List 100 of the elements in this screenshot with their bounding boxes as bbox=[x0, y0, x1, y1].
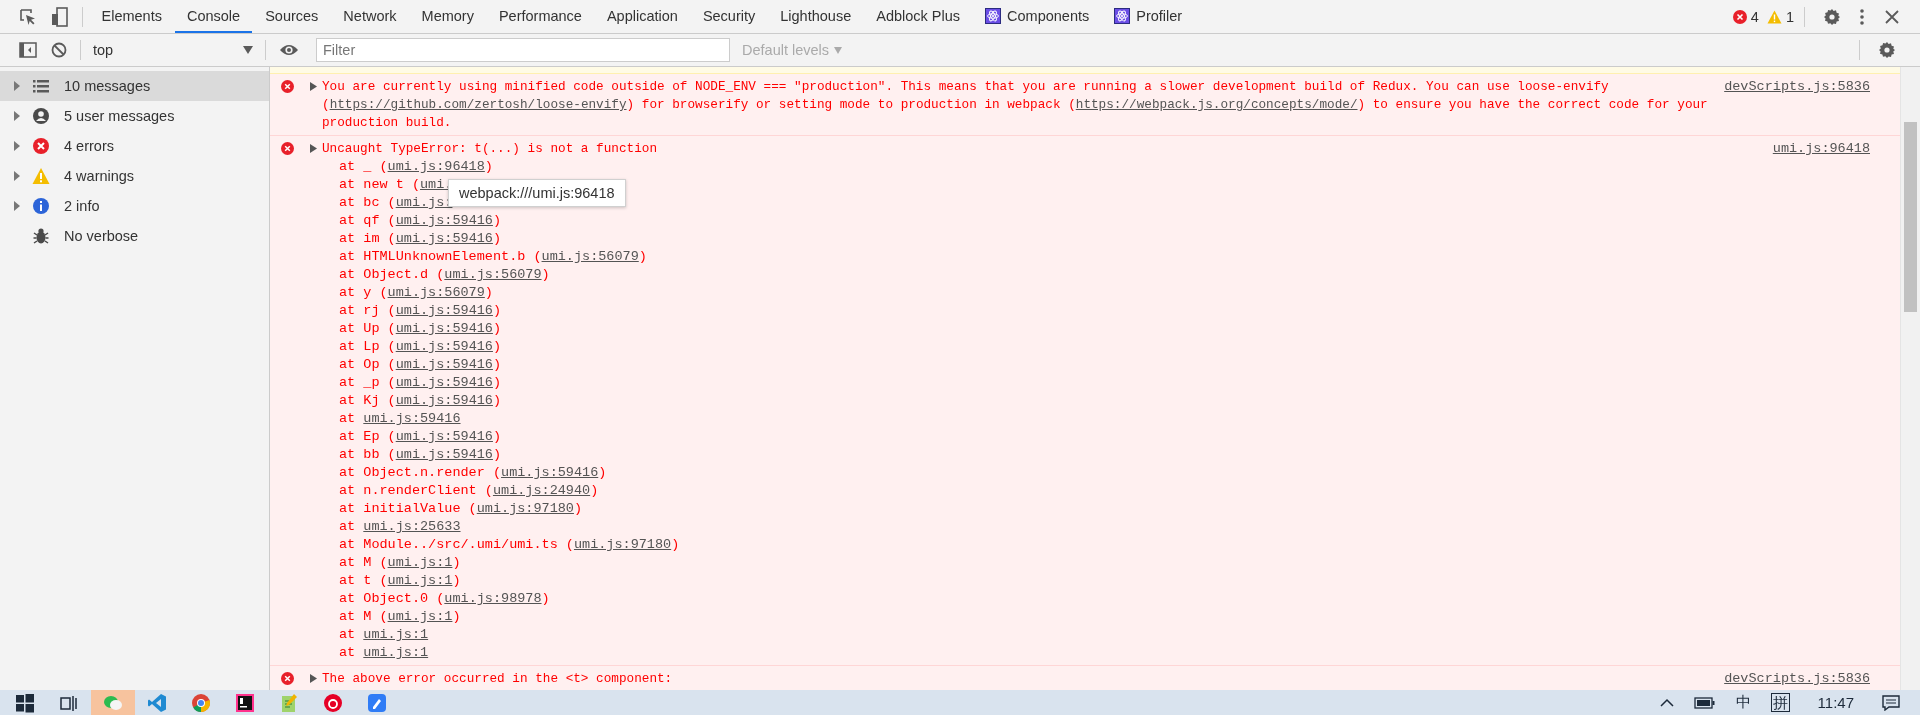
link[interactable]: umi.js:56079 bbox=[444, 267, 542, 282]
clear-icon[interactable] bbox=[51, 42, 67, 58]
link[interactable]: umi.js:96418 bbox=[387, 159, 485, 174]
expand-icon[interactable] bbox=[310, 144, 317, 153]
link[interactable]: umi.js:59416 bbox=[395, 321, 493, 336]
link[interactable]: umi.js:59416 bbox=[395, 429, 493, 444]
source-link[interactable]: umi.js:96418 bbox=[1772, 140, 1870, 158]
link[interactable]: umi.js:1 bbox=[387, 573, 453, 588]
scroll-thumb[interactable] bbox=[1904, 122, 1917, 312]
sidebar-item[interactable]: No verbose bbox=[0, 221, 269, 251]
input-mode[interactable]: 拼 bbox=[1770, 693, 1790, 712]
expand-icon[interactable] bbox=[14, 141, 20, 151]
inspect-icon[interactable] bbox=[19, 7, 37, 26]
warning-icon bbox=[32, 167, 50, 185]
windows-icon bbox=[15, 692, 35, 713]
tab[interactable]: Lighthouse bbox=[768, 0, 864, 33]
link[interactable]: https://webpack.js.org/concepts/mode/ bbox=[1075, 97, 1358, 112]
sidebar-item[interactable]: 10 messages bbox=[0, 71, 269, 101]
link[interactable]: umi.js:59416 bbox=[395, 303, 493, 318]
app-icon bbox=[367, 692, 387, 713]
sidebar-label: 4 warnings bbox=[64, 168, 135, 184]
close-icon[interactable] bbox=[1885, 9, 1899, 24]
tab[interactable]: Profiler bbox=[1102, 0, 1195, 33]
tab[interactable]: Performance bbox=[486, 0, 594, 33]
tab[interactable]: Memory bbox=[409, 0, 486, 33]
chevron-up-icon[interactable] bbox=[1659, 698, 1674, 707]
link[interactable]: umi.js:97180 bbox=[476, 501, 574, 516]
sidebar-label: No verbose bbox=[64, 228, 139, 244]
tab[interactable]: Network bbox=[331, 0, 409, 33]
link[interactable]: umi.js:59416 bbox=[395, 357, 493, 372]
tab[interactable]: Elements bbox=[89, 0, 174, 33]
expand-icon[interactable] bbox=[14, 81, 20, 91]
source-link[interactable]: devScripts.js:5836 bbox=[1724, 78, 1870, 96]
link[interactable]: umi.js:59416 bbox=[395, 339, 493, 354]
expand-icon[interactable] bbox=[14, 171, 20, 181]
expand-icon[interactable] bbox=[14, 201, 20, 211]
filter-field[interactable]: Filter bbox=[316, 38, 730, 62]
stack-frame: at Op (umi.js:59416) bbox=[306, 356, 1765, 374]
stack-frame: at t (umi.js:1) bbox=[306, 572, 1765, 590]
sidebar-label: 10 messages bbox=[64, 78, 151, 94]
stack-frame: at umi.js:1 bbox=[306, 626, 1765, 644]
link[interactable]: umi.js:56079 bbox=[387, 285, 485, 300]
link[interactable]: umi.js:59416 bbox=[363, 411, 461, 426]
tab[interactable]: Security bbox=[690, 0, 768, 33]
eye-icon[interactable] bbox=[279, 43, 299, 57]
link[interactable]: umi.js:59416 bbox=[395, 447, 493, 462]
tooltip: webpack:///umi.js:96418 bbox=[448, 179, 626, 207]
music-app-icon bbox=[323, 692, 343, 713]
link[interactable]: umi.js:25633 bbox=[363, 519, 461, 534]
stack-frame: at Object.n.render (umi.js:59416) bbox=[306, 464, 1765, 482]
warning-count[interactable]: 1 bbox=[1762, 8, 1798, 25]
notepad-icon bbox=[279, 692, 299, 713]
input-method[interactable]: 中 bbox=[1735, 693, 1751, 712]
stack-frame: at Object.0 (umi.js:98978) bbox=[306, 590, 1765, 608]
stack-frame: at umi.js:25633 bbox=[306, 518, 1765, 536]
error-count[interactable]: 4 bbox=[1728, 8, 1763, 25]
sidebar-item[interactable]: 4 errors bbox=[0, 131, 269, 161]
notification-icon[interactable] bbox=[1882, 694, 1900, 711]
battery-icon[interactable] bbox=[1693, 696, 1716, 709]
link[interactable]: umi.js:24940 bbox=[492, 483, 591, 498]
settings-icon[interactable] bbox=[1823, 7, 1841, 26]
error-icon bbox=[32, 137, 50, 155]
sidebar-toggle-icon[interactable] bbox=[19, 42, 37, 58]
stack-frame: at umi.js:1 bbox=[306, 644, 1765, 662]
source-link[interactable]: devScripts.js:5836 bbox=[1724, 670, 1870, 688]
link[interactable]: https://github.com/zertosh/loose-envify bbox=[329, 97, 627, 112]
link[interactable]: umi.js:1 bbox=[363, 627, 429, 642]
tab[interactable]: Components bbox=[973, 0, 1102, 33]
stack-frame: at Kj (umi.js:59416) bbox=[306, 392, 1765, 410]
error-message: Uncaught TypeError: t(...) is not a function bbox=[322, 140, 658, 158]
sidebar-label: 2 info bbox=[64, 198, 100, 214]
link[interactable]: umi.js:59416 bbox=[501, 465, 599, 480]
link[interactable]: umi.js:97180 bbox=[573, 537, 672, 552]
link[interactable]: umi.js:59416 bbox=[395, 393, 493, 408]
link[interactable]: umi.js:1 bbox=[387, 609, 453, 624]
link[interactable]: umi.js:59416 bbox=[395, 375, 493, 390]
sidebar-item[interactable]: 4 warnings bbox=[0, 161, 269, 191]
context-select[interactable]: top bbox=[87, 37, 259, 63]
expand-icon[interactable] bbox=[310, 82, 317, 91]
scrollbar[interactable] bbox=[1900, 67, 1920, 690]
expand-icon[interactable] bbox=[14, 111, 20, 121]
stack-frame: at Lp (umi.js:59416) bbox=[306, 338, 1765, 356]
link[interactable]: umi.js:59416 bbox=[395, 213, 493, 228]
more-icon[interactable] bbox=[1860, 8, 1864, 25]
tab[interactable]: Sources bbox=[253, 0, 331, 33]
device-icon[interactable] bbox=[51, 6, 69, 27]
sidebar-item[interactable]: 2 info bbox=[0, 191, 269, 221]
link[interactable]: umi.js:59416 bbox=[395, 231, 493, 246]
clock[interactable]: 11:47 bbox=[1817, 694, 1854, 711]
link[interactable]: umi.js:98978 bbox=[444, 591, 542, 606]
sidebar-item[interactable]: 5 user messages bbox=[0, 101, 269, 131]
bug-icon bbox=[32, 227, 50, 245]
link[interactable]: umi.js:1 bbox=[363, 645, 429, 660]
settings-icon[interactable] bbox=[1878, 41, 1896, 59]
error-icon bbox=[281, 672, 294, 685]
expand-icon[interactable] bbox=[310, 674, 317, 683]
tab[interactable]: Application bbox=[594, 0, 690, 33]
link[interactable]: umi.js:56079 bbox=[541, 249, 639, 264]
link[interactable]: umi.js:1 bbox=[387, 555, 453, 570]
tab[interactable]: Adblock Plus bbox=[864, 0, 973, 33]
